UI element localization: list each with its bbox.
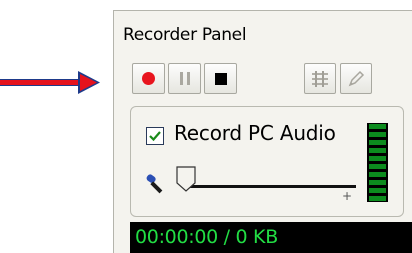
volume-slider-track[interactable]	[183, 185, 356, 188]
pause-button[interactable]	[168, 63, 201, 94]
audio-group: Record PC Audio +	[130, 106, 404, 217]
equalizer-icon	[312, 70, 328, 87]
microphone-icon	[146, 174, 163, 194]
volume-slider-thumb[interactable]	[176, 166, 196, 192]
pause-icon	[179, 72, 190, 85]
pen-button[interactable]	[340, 63, 372, 94]
pen-icon	[348, 70, 365, 86]
panel-title: Recorder Panel	[123, 25, 247, 45]
record-icon	[142, 72, 155, 85]
equalizer-button[interactable]	[304, 63, 336, 94]
audio-level-meter	[367, 123, 388, 202]
volume-max-marker: +	[342, 189, 353, 203]
recorder-panel: Recorder Panel Record PC Audio + 00:00:0…	[113, 10, 412, 253]
record-button[interactable]	[132, 63, 165, 94]
stop-icon	[214, 72, 227, 85]
record-pc-audio-checkbox[interactable]	[146, 127, 164, 145]
checkmark-icon	[149, 131, 161, 142]
recording-status: 00:00:00 / 0 KB	[130, 222, 412, 253]
stop-button[interactable]	[204, 63, 237, 94]
record-pc-audio-label: Record PC Audio	[174, 121, 336, 145]
annotation-arrow	[0, 71, 100, 94]
